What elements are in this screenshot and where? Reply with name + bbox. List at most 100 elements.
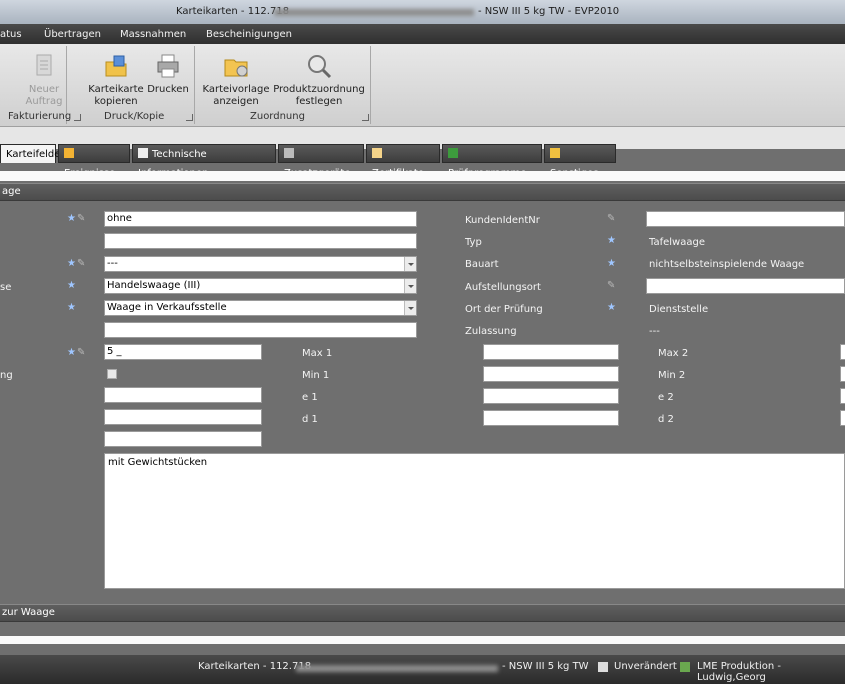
field-1[interactable]: ohne: [104, 211, 417, 227]
field-2[interactable]: [104, 233, 417, 249]
menu-uebertragen[interactable]: Übertragen: [44, 29, 101, 40]
chevron-down-icon[interactable]: [404, 257, 416, 271]
window-title-bar: Karteikarten - 112.718 - NSW III 5 kg TW…: [0, 0, 845, 24]
product-assignment-label1: Produktzuordnung: [273, 84, 365, 95]
field-kundenidentnr[interactable]: [646, 211, 845, 227]
copy-card-label1: Karteikarte: [88, 84, 144, 95]
left-label: ng: [0, 370, 13, 381]
chevron-down-icon[interactable]: [404, 301, 416, 315]
product-assignment-button[interactable]: Produktzuordnung festlegen: [272, 52, 366, 108]
program-icon: [448, 148, 458, 158]
value-zulassung: ---: [649, 326, 660, 337]
print-label: Drucken: [147, 84, 189, 95]
field-aufstellungsort[interactable]: [646, 278, 845, 294]
star-icon[interactable]: ★: [607, 258, 616, 269]
group-label-zuordnung: Zuordnung: [250, 111, 305, 122]
field-d2[interactable]: [840, 410, 845, 426]
tab-strip: Karteifelder Ereignisse Technische Infor…: [0, 126, 845, 179]
section-label: age: [2, 186, 21, 197]
combo-genauigkeitsklasse[interactable]: Handelswaage (III): [104, 278, 417, 294]
tab-sonstiges[interactable]: Sonstiges: [544, 144, 616, 179]
group-label-druck: Druck/Kopie: [104, 111, 165, 122]
label-aufstellungsort: Aufstellungsort: [465, 282, 541, 293]
menu-status[interactable]: atus: [0, 29, 22, 40]
field-7[interactable]: 5 _: [104, 344, 262, 360]
label-e2: e 2: [658, 392, 674, 403]
status-state: Unverändert: [614, 661, 677, 672]
star-icon[interactable]: ★: [67, 213, 76, 224]
star-icon[interactable]: ★: [67, 302, 76, 313]
new-order-button[interactable]: Neuer Auftrag: [22, 52, 66, 108]
value-ort-der-pruefung: Dienststelle: [649, 304, 709, 315]
template-button[interactable]: Karteivorlage anzeigen: [202, 52, 270, 108]
section-header-waage[interactable]: age: [0, 183, 845, 201]
notes-textarea[interactable]: mit Gewichtstücken: [104, 453, 845, 589]
magnifier-icon: [308, 55, 332, 79]
label-max1: Max 1: [302, 348, 333, 359]
field-max2[interactable]: [840, 344, 845, 360]
star-icon[interactable]: ★: [67, 258, 76, 269]
pencil-icon[interactable]: ✎: [607, 280, 615, 291]
pencil-icon[interactable]: ✎: [77, 258, 85, 269]
tab-zusatzgeraete[interactable]: Zusatzgeräte: [278, 144, 364, 179]
field-e1[interactable]: [483, 388, 619, 404]
label-bauart: Bauart: [465, 259, 499, 270]
label-min2: Min 2: [658, 370, 686, 381]
checkbox[interactable]: [107, 369, 117, 379]
pencil-icon[interactable]: ✎: [77, 347, 85, 358]
field-e2[interactable]: [840, 388, 845, 404]
field-min2[interactable]: [840, 366, 845, 382]
template-label2: anzeigen: [213, 96, 259, 107]
group-launcher-icon[interactable]: [186, 114, 193, 121]
label-kundenidentnr: KundenIdentNr: [465, 215, 540, 226]
chevron-down-icon[interactable]: [404, 279, 416, 293]
tab-zertifikate[interactable]: Zertifikate: [366, 144, 440, 179]
print-button[interactable]: Drucken: [146, 52, 190, 96]
field-10[interactable]: [104, 409, 262, 425]
label-e1: e 1: [302, 392, 318, 403]
tab-ereignisse[interactable]: Ereignisse: [58, 144, 130, 179]
combo-verwendung[interactable]: Waage in Verkaufsstelle: [104, 300, 417, 316]
tab-pruefprogramme[interactable]: Prüfprogramme: [442, 144, 542, 179]
ribbon-group-zuordnung: Karteivorlage anzeigen Produktzuordnung …: [198, 46, 371, 124]
tab-karteifelder[interactable]: Karteifelder: [0, 144, 65, 163]
menu-bescheinigungen[interactable]: Bescheinigungen: [206, 29, 292, 40]
star-icon[interactable]: ★: [607, 235, 616, 246]
new-order-label1: Neuer: [28, 84, 60, 95]
copy-card-label2: kopieren: [94, 96, 138, 107]
template-folder-icon: [224, 59, 248, 77]
combo-value: ---: [107, 258, 118, 269]
section-header-zur-waage[interactable]: zur Waage: [0, 604, 845, 622]
menu-massnahmen[interactable]: Massnahmen: [120, 29, 186, 40]
window-title-suffix: - NSW III 5 kg TW - EVP2010: [478, 6, 620, 17]
section-label: zur Waage: [2, 607, 55, 618]
star-icon[interactable]: ★: [67, 347, 76, 358]
field-max1[interactable]: [483, 344, 619, 360]
combo-value: Waage in Verkaufsstelle: [107, 302, 227, 313]
field-d1[interactable]: [483, 410, 619, 426]
group-launcher-icon[interactable]: [362, 114, 369, 121]
section-content-strip: [0, 636, 845, 644]
tool-icon: [284, 148, 294, 158]
field-11[interactable]: [104, 431, 262, 447]
value-bauart: nichtselbsteinspielende Waage: [649, 259, 805, 270]
status-doc-icon: [598, 662, 608, 672]
status-title-suffix: - NSW III 5 kg TW: [502, 661, 589, 672]
field-6[interactable]: [104, 322, 417, 338]
tab-technische-informationen[interactable]: Technische Informationen: [132, 144, 276, 179]
group-launcher-icon[interactable]: [74, 114, 81, 121]
star-icon[interactable]: ★: [607, 302, 616, 313]
pencil-icon[interactable]: ✎: [77, 213, 85, 224]
redacted-text: [274, 9, 474, 16]
status-title: Karteikarten - 112.718: [198, 661, 312, 672]
field-min1[interactable]: [483, 366, 619, 382]
combo-3[interactable]: ---: [104, 256, 417, 272]
new-order-icon: [36, 54, 52, 76]
star-icon[interactable]: ★: [67, 280, 76, 291]
new-order-label2: Auftrag: [25, 96, 63, 107]
pencil-icon[interactable]: ✎: [607, 213, 615, 224]
copy-card-button[interactable]: Karteikarte kopieren: [88, 52, 144, 108]
redacted-text: [296, 665, 498, 672]
tab-content-top: [0, 171, 845, 181]
field-9[interactable]: [104, 387, 262, 403]
